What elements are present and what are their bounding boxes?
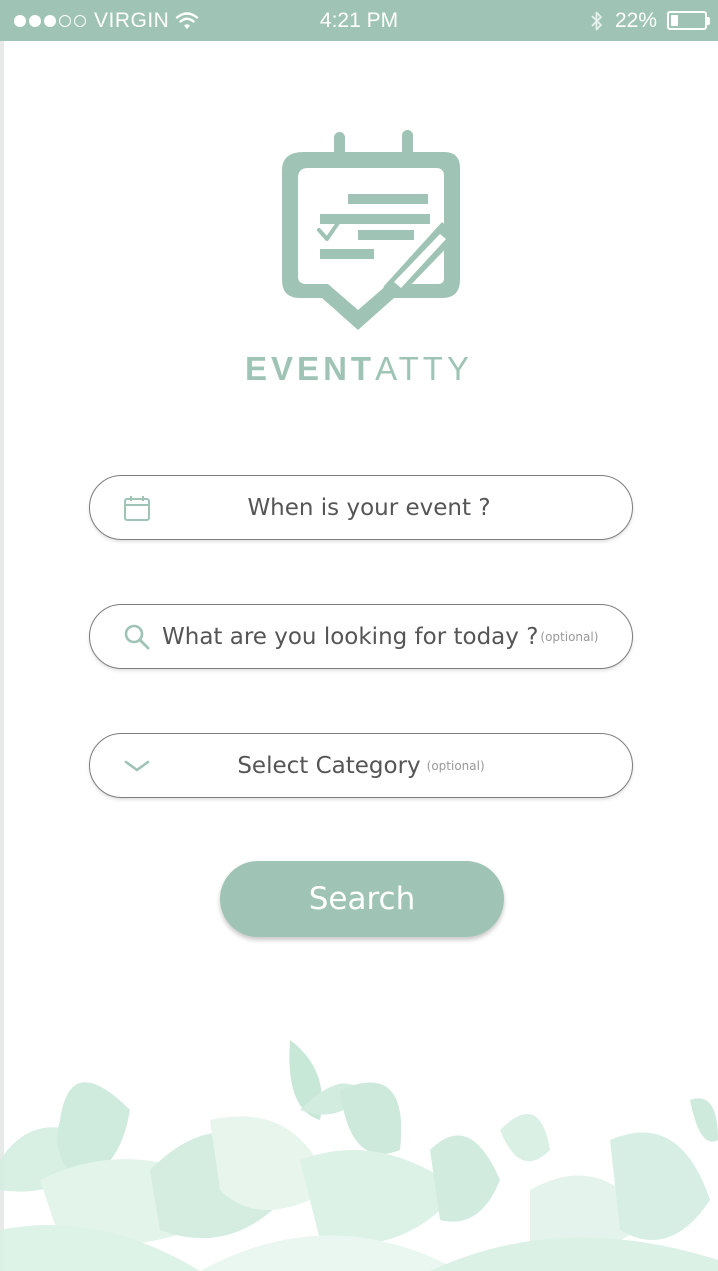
search-label: What are you looking for today ? (162, 623, 539, 650)
signal-dot (59, 14, 71, 27)
signal-dot (14, 14, 26, 27)
brand-wordmark: EVENTATTY (0, 350, 718, 388)
eventatty-logo (282, 130, 460, 330)
brand-name-light: ATTY (375, 350, 473, 387)
search-field[interactable]: What are you looking for today ? (optiona… (89, 604, 633, 669)
chevron-down-icon (124, 760, 150, 771)
battery-icon (667, 11, 710, 30)
status-left: VIRGIN (14, 0, 199, 41)
calendar-icon (124, 495, 150, 521)
search-button[interactable]: Search (220, 861, 504, 937)
battery-percent: 22% (614, 8, 657, 32)
signal-dot (44, 14, 56, 27)
brand-name-bold: EVENT (245, 350, 376, 387)
category-optional-hint: (optional) (426, 758, 485, 773)
bluetooth-icon (591, 11, 602, 30)
search-optional-hint: (optional) (540, 629, 599, 644)
battery-tip (707, 16, 710, 25)
wifi-icon (176, 11, 199, 29)
search-icon (124, 624, 150, 649)
carrier-name: VIRGIN (94, 8, 170, 32)
event-date-label: When is your event ? (247, 494, 491, 521)
signal-dot (74, 14, 86, 27)
status-bar: VIRGIN 4:21 PM 22% (0, 0, 718, 41)
category-select[interactable]: Select Category (optional) (89, 733, 633, 798)
status-right: 22% (589, 0, 710, 41)
battery-body (667, 11, 707, 30)
event-date-field[interactable]: When is your event ? (89, 475, 633, 540)
signal-strength-icon (14, 14, 86, 27)
signal-dot (29, 14, 41, 27)
decorative-leaves-illustration (0, 1040, 718, 1271)
category-label: Select Category (237, 752, 421, 779)
battery-fill (671, 15, 679, 26)
